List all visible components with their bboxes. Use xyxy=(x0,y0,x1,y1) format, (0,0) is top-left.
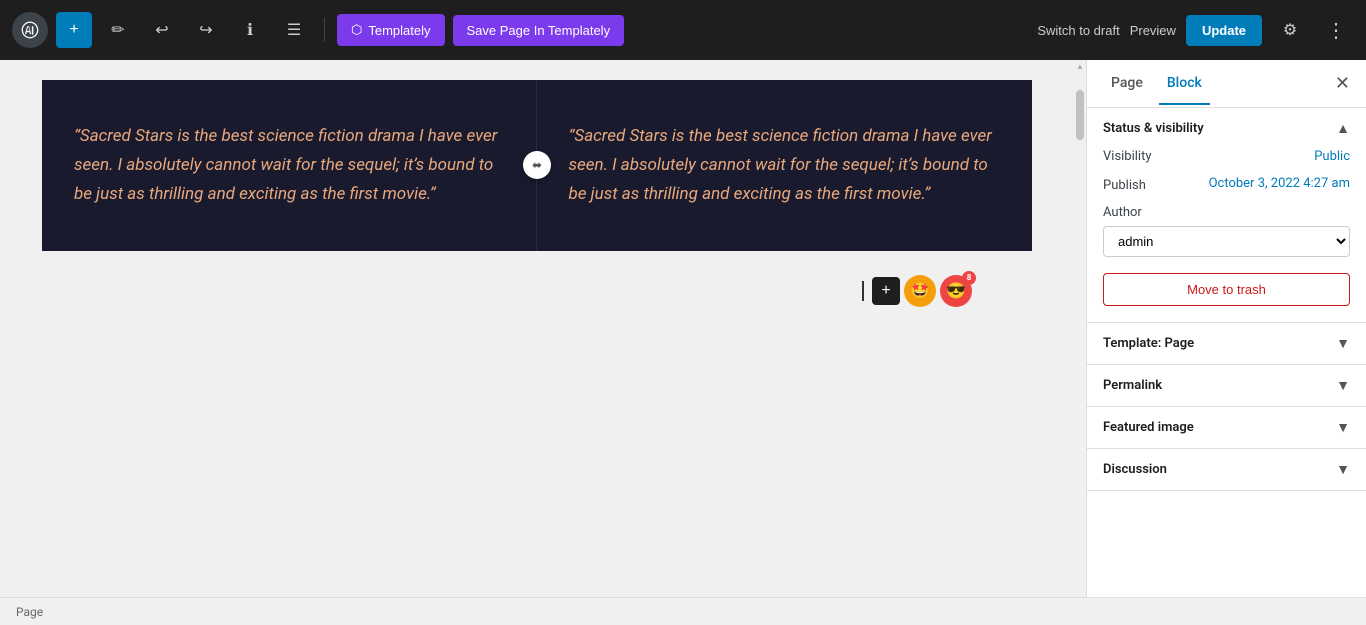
column-left-text: “Sacred Stars is the best science fictio… xyxy=(74,122,506,209)
toolbar-right: Switch to draft Preview Update ⚙ ⋮ xyxy=(1037,12,1354,48)
permalink-label: Permalink xyxy=(1103,378,1162,393)
list-icon: ☰ xyxy=(287,20,301,40)
columns-block: “Sacred Stars is the best science fictio… xyxy=(42,80,1032,251)
avatar-2: 😎 8 xyxy=(940,275,972,307)
author-select[interactable]: admin xyxy=(1103,226,1350,257)
author-row: Author admin xyxy=(1103,205,1350,257)
avatar-1: 🤩 xyxy=(904,275,936,307)
more-options-button[interactable]: ⋮ xyxy=(1318,12,1354,48)
visibility-value[interactable]: Public xyxy=(1314,149,1350,164)
save-page-label: Save Page In Templately xyxy=(467,23,611,38)
edit-icon: ✏ xyxy=(111,20,124,40)
section-permalink: Permalink ▼ xyxy=(1087,365,1366,407)
visibility-row: Visibility Public xyxy=(1103,149,1350,164)
avatar-area: 🤩 😎 8 xyxy=(904,275,972,307)
vertical-scrollbar: ▲ ▼ xyxy=(1074,60,1086,625)
main-layout: “Sacred Stars is the best science fictio… xyxy=(0,60,1366,625)
tab-block[interactable]: Block xyxy=(1159,63,1210,105)
add-block-toolbar-button[interactable]: + xyxy=(56,12,92,48)
save-page-button[interactable]: Save Page In Templately xyxy=(453,15,625,46)
status-visibility-label: Status & visibility xyxy=(1103,121,1204,136)
preview-button[interactable]: Preview xyxy=(1130,23,1176,38)
section-discussion-header[interactable]: Discussion ▼ xyxy=(1087,449,1366,490)
template-label: Template: Page xyxy=(1103,336,1194,351)
cursor-line xyxy=(862,281,864,301)
close-icon: ✕ xyxy=(1335,73,1350,93)
avatar-1-emoji: 🤩 xyxy=(910,281,930,300)
status-bar: Page xyxy=(0,597,1366,625)
templately-icon: ⬡ xyxy=(351,22,362,38)
chevron-up-icon: ▲ xyxy=(1336,120,1350,137)
sidebar-header: Page Block ✕ xyxy=(1087,60,1366,108)
plus-inline-icon: + xyxy=(881,282,890,300)
scroll-thumb[interactable] xyxy=(1076,90,1084,140)
undo-icon: ↩ xyxy=(155,20,168,40)
info-button[interactable]: ℹ xyxy=(232,12,268,48)
section-template-header[interactable]: Template: Page ▼ xyxy=(1087,323,1366,364)
undo-button[interactable]: ↩ xyxy=(144,12,180,48)
discussion-label: Discussion xyxy=(1103,462,1167,477)
wp-logo-icon xyxy=(12,12,48,48)
section-featured-image-header[interactable]: Featured image ▼ xyxy=(1087,407,1366,448)
editor-area: “Sacred Stars is the best science fictio… xyxy=(0,60,1074,625)
permalink-chevron-down-icon: ▼ xyxy=(1336,377,1350,394)
redo-button[interactable]: ↪ xyxy=(188,12,224,48)
featured-image-label: Featured image xyxy=(1103,420,1194,435)
edit-button[interactable]: ✏ xyxy=(100,12,136,48)
toolbar-divider xyxy=(324,18,325,42)
settings-button[interactable]: ⚙ xyxy=(1272,12,1308,48)
discussion-chevron-down-icon: ▼ xyxy=(1336,461,1350,478)
toolbar: + ✏ ↩ ↪ ℹ ☰ ⬡ Templately Save Page In Te… xyxy=(0,0,1366,60)
list-view-button[interactable]: ☰ xyxy=(276,12,312,48)
featured-image-chevron-down-icon: ▼ xyxy=(1336,419,1350,436)
section-status-visibility-header[interactable]: Status & visibility ▲ xyxy=(1087,108,1366,149)
tab-page[interactable]: Page xyxy=(1103,63,1151,105)
add-block-inline-button[interactable]: + xyxy=(872,277,900,305)
section-permalink-header[interactable]: Permalink ▼ xyxy=(1087,365,1366,406)
switch-draft-button[interactable]: Switch to draft xyxy=(1037,23,1119,38)
update-button[interactable]: Update xyxy=(1186,15,1262,46)
right-sidebar: Page Block ✕ Status & visibility ▲ Visib… xyxy=(1086,60,1366,625)
redo-icon: ↪ xyxy=(199,20,212,40)
section-featured-image: Featured image ▼ xyxy=(1087,407,1366,449)
move-to-trash-button[interactable]: Move to trash xyxy=(1103,273,1350,306)
author-label: Author xyxy=(1103,205,1350,220)
templately-button[interactable]: ⬡ Templately xyxy=(337,14,445,46)
scroll-up-arrow[interactable]: ▲ xyxy=(1074,60,1086,72)
editor-canvas: “Sacred Stars is the best science fictio… xyxy=(42,60,1032,391)
publish-label: Publish xyxy=(1103,176,1146,193)
resize-icon: ⬌ xyxy=(532,158,542,172)
gear-icon: ⚙ xyxy=(1283,20,1297,40)
sidebar-close-button[interactable]: ✕ xyxy=(1335,73,1350,94)
templately-label: Templately xyxy=(368,23,430,38)
visibility-label: Visibility xyxy=(1103,149,1152,164)
avatar-2-emoji: 😎 xyxy=(946,281,966,300)
notification-badge: 8 xyxy=(962,271,976,285)
add-block-area: + 🤩 😎 8 xyxy=(42,251,1032,331)
status-text: Page xyxy=(16,605,43,619)
column-right-text: “Sacred Stars is the best science fictio… xyxy=(569,122,1001,209)
publish-value[interactable]: October 3, 2022 4:27 am xyxy=(1209,176,1350,191)
section-status-visibility-content: Visibility Public Publish October 3, 202… xyxy=(1087,149,1366,322)
section-template: Template: Page ▼ xyxy=(1087,323,1366,365)
section-status-visibility: Status & visibility ▲ Visibility Public … xyxy=(1087,108,1366,323)
plus-icon: + xyxy=(69,21,78,39)
ellipsis-icon: ⋮ xyxy=(1326,18,1346,43)
publish-row: Publish October 3, 2022 4:27 am xyxy=(1103,176,1350,193)
column-block-right[interactable]: “Sacred Stars is the best science fictio… xyxy=(537,80,1033,251)
info-icon: ℹ xyxy=(247,20,253,40)
section-discussion: Discussion ▼ xyxy=(1087,449,1366,491)
column-resize-handle[interactable]: ⬌ xyxy=(523,151,551,179)
template-chevron-down-icon: ▼ xyxy=(1336,335,1350,352)
column-block-left[interactable]: “Sacred Stars is the best science fictio… xyxy=(42,80,537,251)
